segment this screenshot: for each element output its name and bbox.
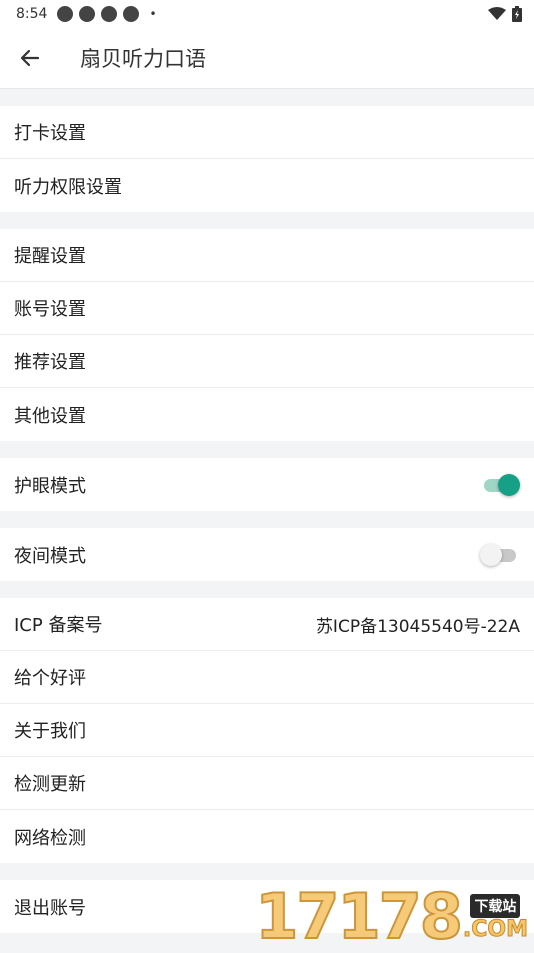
night-mode-label: 夜间模式 [14, 545, 86, 567]
settings-group-2: 提醒设置 账号设置 推荐设置 其他设置 [0, 229, 534, 441]
more-notifications-dot: • [149, 7, 157, 21]
other-settings-item[interactable]: 其他设置 [0, 388, 534, 441]
page-title: 扇贝听力口语 [80, 47, 206, 71]
logout-label: 退出账号 [14, 897, 86, 919]
back-button[interactable] [0, 28, 60, 88]
about-us-item[interactable]: 关于我们 [0, 704, 534, 757]
section-gap [0, 89, 534, 106]
list-item-label: 推荐设置 [14, 352, 86, 373]
app-notification-icon [79, 6, 96, 22]
list-item-label: 账号设置 [14, 299, 86, 320]
logout-button[interactable]: 退出账号 [0, 880, 534, 933]
info-group: ICP 备案号 苏ICP备13045540号-22A 给个好评 关于我们 检测更… [0, 598, 534, 863]
list-item-label: 提醒设置 [14, 246, 86, 267]
list-item-label: 打卡设置 [14, 123, 86, 144]
arrow-left-icon [20, 49, 40, 67]
app-notification-icon [57, 6, 74, 22]
night-mode-switch[interactable] [480, 542, 520, 568]
section-gap [0, 863, 534, 880]
night-mode-row: 夜间模式 [0, 528, 534, 581]
icp-record-row: ICP 备案号 苏ICP备13045540号-22A [0, 598, 534, 651]
listening-permission-settings-item[interactable]: 听力权限设置 [0, 159, 534, 212]
recommendation-settings-item[interactable]: 推荐设置 [0, 335, 534, 388]
app-notification-icon [123, 6, 140, 22]
status-time: 8:54 [16, 6, 48, 22]
battery-icon [512, 6, 522, 22]
wifi-icon [488, 7, 506, 20]
notification-icons: • [57, 6, 157, 22]
checkin-settings-item[interactable]: 打卡设置 [0, 106, 534, 159]
eye-care-mode-label: 护眼模式 [14, 475, 86, 497]
icp-record-value: 苏ICP备13045540号-22A [315, 616, 520, 637]
rate-app-item[interactable]: 给个好评 [0, 651, 534, 704]
settings-group-1: 打卡设置 听力权限设置 [0, 106, 534, 212]
section-gap [0, 581, 534, 598]
reminder-settings-item[interactable]: 提醒设置 [0, 229, 534, 282]
list-item-label: 听力权限设置 [14, 176, 122, 198]
switch-thumb [498, 473, 520, 496]
switch-thumb [480, 543, 502, 566]
network-check-item[interactable]: 网络检测 [0, 810, 534, 863]
status-bar: 8:54 • [0, 0, 534, 28]
list-item-label: 网络检测 [14, 827, 86, 849]
section-gap [0, 441, 534, 458]
app-bar: 扇贝听力口语 [0, 28, 534, 89]
list-item-label: 关于我们 [14, 721, 86, 742]
list-item-label: 其他设置 [14, 405, 86, 427]
section-gap [0, 212, 534, 229]
eye-care-group: 护眼模式 [0, 458, 534, 511]
app-notification-icon [101, 6, 118, 22]
eye-care-mode-row: 护眼模式 [0, 458, 534, 511]
list-item-label: 检测更新 [14, 774, 86, 795]
list-item-label: 给个好评 [14, 668, 86, 689]
eye-care-mode-switch[interactable] [480, 472, 520, 498]
check-update-item[interactable]: 检测更新 [0, 757, 534, 810]
icp-record-label: ICP 备案号 [14, 615, 103, 636]
logout-group: 退出账号 [0, 880, 534, 933]
account-settings-item[interactable]: 账号设置 [0, 282, 534, 335]
section-gap [0, 511, 534, 528]
night-mode-group: 夜间模式 [0, 528, 534, 581]
